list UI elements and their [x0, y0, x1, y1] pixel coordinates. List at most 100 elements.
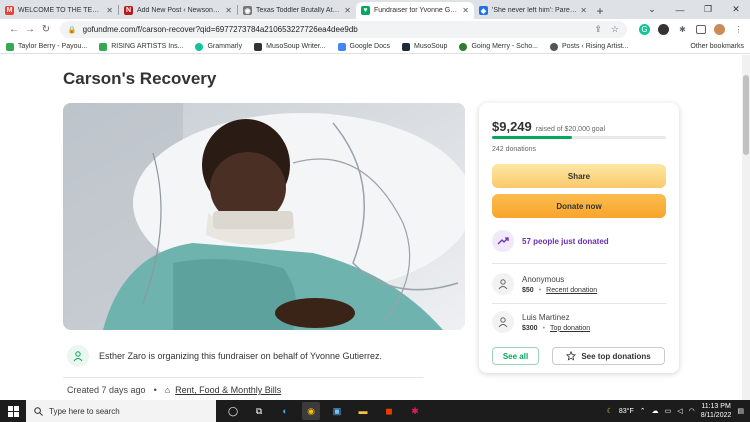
- bookmarks-bar: Taylor Berry - Payou... RISING ARTISTS I…: [0, 40, 750, 54]
- tab-title: 'She never left him': Parents: [492, 7, 578, 14]
- donor-tag[interactable]: Recent donation: [546, 287, 597, 294]
- close-icon[interactable]: ✕: [225, 6, 232, 15]
- campaign-photo-illustration: [63, 103, 465, 330]
- see-top-label: See top donations: [581, 351, 651, 361]
- extensions-area: G ✱ ⋮: [638, 24, 744, 35]
- reload-icon[interactable]: ↻: [38, 24, 54, 35]
- cortana-icon[interactable]: ◯: [224, 402, 242, 420]
- store-icon[interactable]: ▣: [328, 402, 346, 420]
- share-page-icon[interactable]: ⇪: [594, 24, 602, 35]
- close-icon[interactable]: ✕: [344, 6, 351, 15]
- bookmark-label: Taylor Berry - Payou...: [18, 43, 88, 50]
- donor-tag[interactable]: Top donation: [550, 325, 590, 332]
- separator-dot: •: [153, 385, 157, 395]
- tab-title: Texas Toddler Brutally Attack: [256, 7, 342, 14]
- close-window-icon[interactable]: ✕: [722, 4, 750, 15]
- close-icon[interactable]: ✕: [580, 6, 587, 15]
- window-controls: ⌄ — ❐ ✕: [638, 0, 750, 19]
- clock-date: 8/11/2022: [700, 412, 732, 419]
- donor-name: Luis Martinez: [522, 312, 570, 322]
- chevron-down-icon[interactable]: ⌄: [638, 4, 666, 15]
- browser-tab[interactable]: ◉ Texas Toddler Brutally Attack ✕: [238, 2, 356, 19]
- divider: [492, 303, 666, 304]
- task-view-icon[interactable]: ⧉: [250, 402, 268, 420]
- chrome-icon[interactable]: ◉: [302, 402, 320, 420]
- donor-amount: $50: [522, 286, 534, 294]
- bookmark-item[interactable]: MusoSoup: [401, 42, 447, 51]
- musosoup-icon: [254, 42, 263, 51]
- wifi-icon[interactable]: ◠: [689, 407, 695, 415]
- organizer-text: Esther Zaro is organizing this fundraise…: [99, 351, 382, 361]
- extension-icon[interactable]: [657, 24, 669, 35]
- network-icon[interactable]: ▭: [665, 407, 672, 415]
- puzzle-icon[interactable]: ✱: [677, 24, 688, 35]
- scrollbar-thumb[interactable]: [743, 75, 749, 155]
- goal-text: raised of $20,000 goal: [535, 126, 606, 133]
- share-button[interactable]: Share: [492, 164, 666, 188]
- bookmark-item[interactable]: Google Docs: [337, 42, 390, 51]
- campaign-photo[interactable]: [63, 103, 465, 330]
- trend-text: 57 people just donated: [522, 236, 609, 246]
- newsonyx-icon: N: [124, 6, 133, 15]
- raised-amount: $9,249: [492, 119, 532, 134]
- bookmark-item[interactable]: Posts ‹ Rising Artist...: [549, 42, 629, 51]
- trend-up-icon: [492, 230, 514, 252]
- see-all-button[interactable]: See all: [492, 347, 539, 365]
- bookmark-star-icon[interactable]: ☆: [611, 24, 619, 35]
- news-icon: ◆: [479, 6, 488, 15]
- donate-button[interactable]: Donate now: [492, 194, 666, 218]
- musosoup-icon: [401, 42, 410, 51]
- bookmark-item[interactable]: Grammarly: [195, 42, 242, 51]
- bookmark-item[interactable]: MusoSoup Writer...: [254, 42, 326, 51]
- browser-tab[interactable]: M WELCOME TO THE TEAM - ta ✕: [0, 2, 118, 19]
- grammarly-extension-icon[interactable]: G: [638, 24, 650, 35]
- edge-icon[interactable]: ◐: [276, 402, 294, 420]
- chevron-up-icon[interactable]: ⌃: [640, 407, 646, 415]
- minimize-icon[interactable]: —: [666, 5, 694, 15]
- clock-time: 11:13 PM: [701, 403, 731, 410]
- progress-fill: [492, 136, 573, 139]
- bookmark-item[interactable]: Taylor Berry - Payou...: [6, 42, 88, 51]
- weather-icon[interactable]: ☾: [607, 407, 613, 415]
- page-content: Carson's Recovery Esther Zaro is organiz…: [0, 55, 742, 400]
- globe-icon: ◉: [243, 6, 252, 15]
- avatar[interactable]: [713, 24, 725, 35]
- clock[interactable]: 11:13 PM 8/11/2022: [701, 402, 732, 420]
- close-icon[interactable]: ✕: [106, 6, 113, 15]
- recent-donations-trend: 57 people just donated: [492, 230, 609, 252]
- browser-tab-active[interactable]: ♥ Fundraiser for Yvonne Gutiér ✕: [356, 2, 474, 19]
- sidepanel-icon[interactable]: [695, 25, 706, 34]
- other-bookmarks[interactable]: Other bookmarks: [690, 43, 744, 50]
- bookmark-item[interactable]: Going Merry - Scho...: [459, 42, 538, 51]
- donor-hand-icon: [492, 273, 514, 295]
- maximize-icon[interactable]: ❐: [694, 4, 722, 15]
- donations-count: 242 donations: [492, 146, 536, 153]
- menu-icon[interactable]: ⋮: [733, 24, 744, 35]
- divider: [492, 263, 666, 264]
- see-top-donations-button[interactable]: See top donations: [552, 347, 665, 365]
- going-merry-icon: [459, 42, 468, 51]
- lock-icon[interactable]: 🔒: [68, 26, 77, 34]
- back-icon[interactable]: ←: [6, 24, 22, 35]
- windows-start-icon[interactable]: [0, 400, 26, 422]
- grammarly-icon: [195, 42, 204, 51]
- category-link[interactable]: Rent, Food & Monthly Bills: [175, 385, 281, 395]
- office-icon[interactable]: ◼: [380, 402, 398, 420]
- address-bar[interactable]: 🔒 gofundme.com/f/carson-recover?qid=6977…: [59, 21, 627, 38]
- weather-temp[interactable]: 83°F: [619, 408, 634, 415]
- browser-tab[interactable]: N Add New Post ‹ Newsonyx — ✕: [119, 2, 237, 19]
- volume-icon[interactable]: ◁: [677, 407, 682, 415]
- slack-icon[interactable]: ✱: [406, 402, 424, 420]
- cloud-icon[interactable]: ☁: [652, 407, 659, 415]
- close-icon[interactable]: ✕: [462, 6, 469, 15]
- raised-row: $9,249 raised of $20,000 goal: [492, 119, 605, 134]
- taskbar-search-input[interactable]: Type here to search: [26, 400, 216, 422]
- forward-icon[interactable]: →: [22, 24, 38, 35]
- page-scrollbar[interactable]: [742, 55, 750, 400]
- notifications-icon[interactable]: ▤: [737, 407, 744, 415]
- new-tab-button[interactable]: +: [592, 2, 608, 19]
- file-explorer-icon[interactable]: ▬: [354, 402, 372, 420]
- donor-name: Anonymous: [522, 274, 565, 284]
- bookmark-item[interactable]: RISING ARTISTS Ins...: [99, 42, 183, 51]
- browser-tab[interactable]: ◆ 'She never left him': Parents ✕: [474, 2, 592, 19]
